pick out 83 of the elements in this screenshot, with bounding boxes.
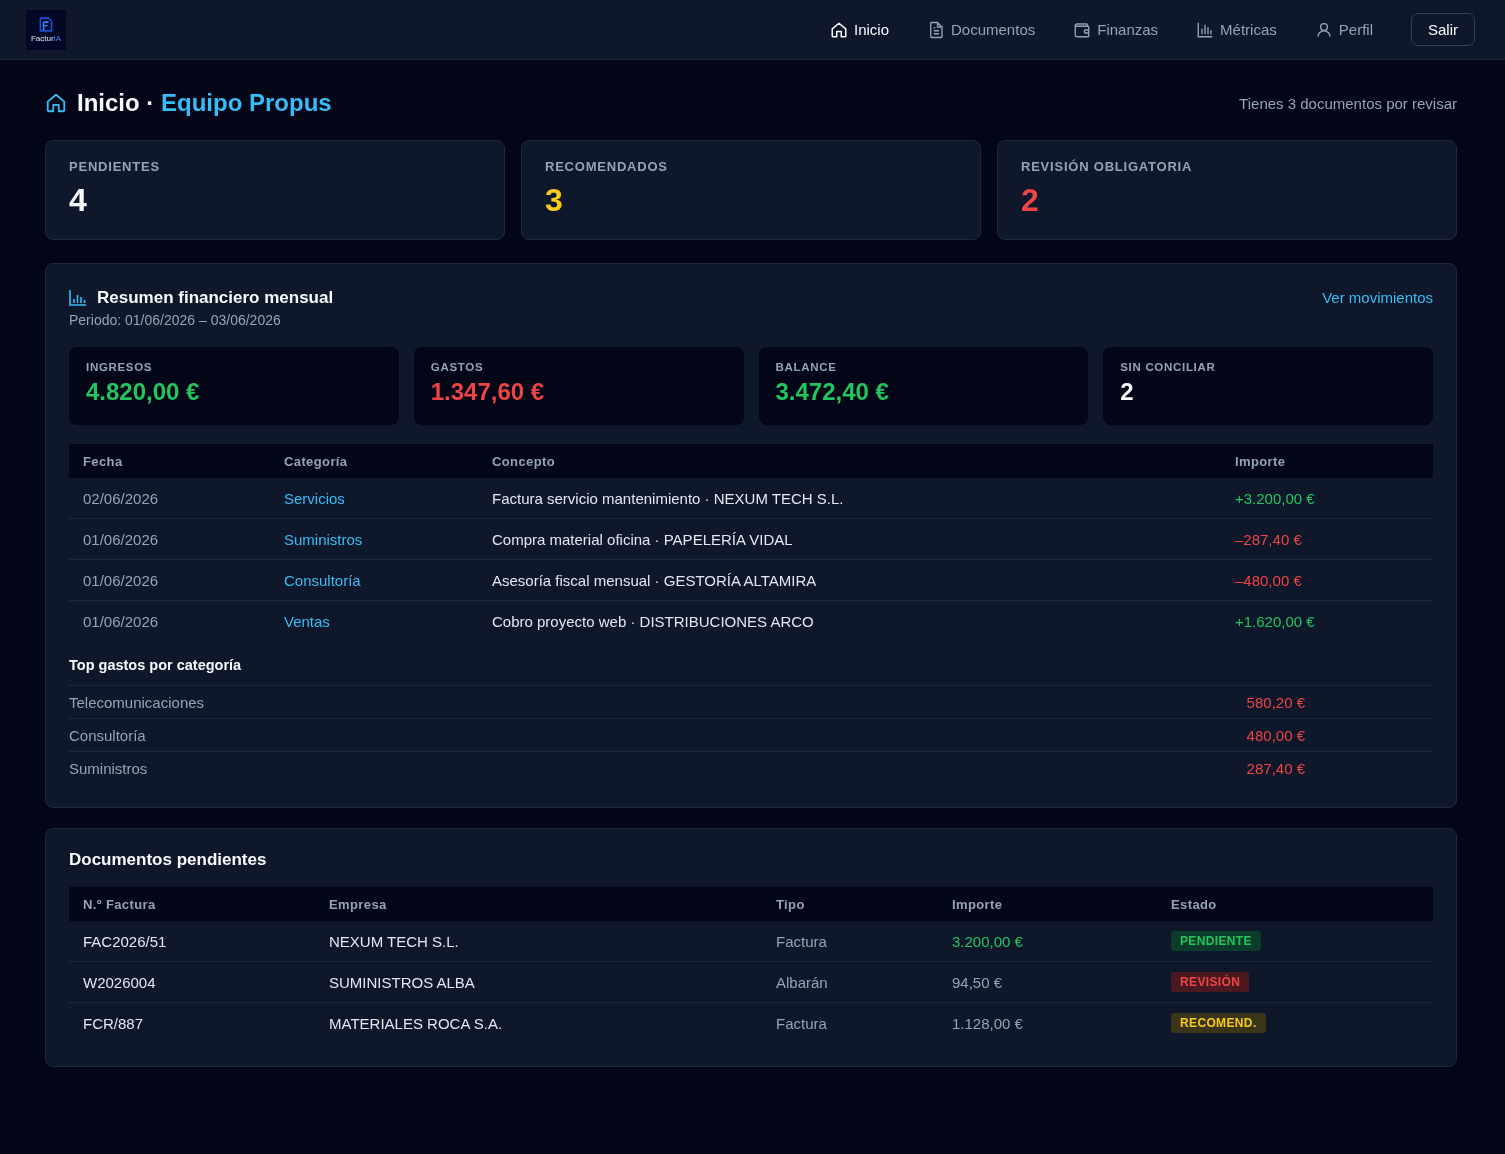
status-badge: REVISIÓN xyxy=(1171,972,1250,992)
document-icon xyxy=(927,20,945,39)
amount-cell: +3.200,00 € xyxy=(1221,478,1433,519)
stat-value: 2 xyxy=(1021,182,1039,218)
column-header: N.º Factura xyxy=(69,887,315,921)
column-header: Categoría xyxy=(270,444,478,478)
metric-label: BALANCE xyxy=(775,361,837,373)
date-cell: 01/06/2026 xyxy=(69,559,270,601)
metric-value: 3.472,40 € xyxy=(775,377,889,407)
amount-cell: 1.128,00 € xyxy=(938,1002,1157,1043)
stat-label: RECOMENDADOS xyxy=(545,159,668,174)
metric-value: 1.347,60 € xyxy=(430,377,545,407)
type-cell: Factura xyxy=(762,921,938,962)
review-notice: Tienes 3 documentos por revisar xyxy=(1239,94,1457,112)
amount-cell: 3.200,00 € xyxy=(938,921,1157,962)
date-cell: 01/06/2026 xyxy=(69,600,270,641)
nav-link[interactable]: Métricas xyxy=(1196,20,1277,39)
metric-label: GASTOS xyxy=(430,361,484,373)
category-cell: Consultoría xyxy=(270,559,478,601)
amount-cell: 94,50 € xyxy=(938,961,1157,1003)
amount-cell: –480,00 € xyxy=(1221,559,1433,601)
concept-cell: Factura servicio mantenimiento · NEXUM TECH S.L. xyxy=(478,478,1221,519)
nav-link[interactable]: Finanzas xyxy=(1073,20,1159,39)
logo[interactable]: FacturIA xyxy=(26,9,66,50)
column-header: Empresa xyxy=(315,887,762,921)
metric-label: SIN CONCILIAR xyxy=(1120,361,1216,373)
company-cell: SUMINISTROS ALBA xyxy=(315,961,762,1003)
status-badge: RECOMEND. xyxy=(1171,1013,1266,1033)
concept-cell: Asesoría fiscal mensual · GESTORÍA ALTAMIRA xyxy=(478,559,1221,601)
nav-link[interactable]: Inicio xyxy=(830,20,889,39)
category-name: Consultoría xyxy=(69,726,146,744)
date-cell: 02/06/2026 xyxy=(69,478,270,519)
stat-value: 4 xyxy=(69,182,87,218)
metric-value: 4.820,00 € xyxy=(86,377,200,407)
column-header: Tipo xyxy=(762,887,938,921)
logout-button[interactable]: Salir xyxy=(1411,13,1475,46)
invoice-number-cell: FCR/887 xyxy=(69,1002,315,1043)
expense-amount: 287,40 € xyxy=(1246,759,1305,777)
home-icon xyxy=(830,20,848,39)
company-cell: NEXUM TECH S.L. xyxy=(315,921,762,962)
category-name: Telecomunicaciones xyxy=(69,693,205,711)
column-header: Importe xyxy=(938,887,1157,921)
user-icon xyxy=(1314,20,1333,39)
stat-label: PENDIENTES xyxy=(69,159,160,174)
column-header: Fecha xyxy=(69,444,270,478)
movements-link[interactable]: Ver movimientos xyxy=(1322,287,1433,309)
bar-chart-icon xyxy=(69,290,87,306)
nav-link[interactable]: Perfil xyxy=(1314,20,1373,39)
type-cell: Factura xyxy=(762,1002,938,1043)
type-cell: Albarán xyxy=(762,961,938,1003)
column-header: Importe xyxy=(1221,444,1433,478)
amount-cell: +1.620,00 € xyxy=(1221,600,1433,641)
company-cell: MATERIALES ROCA S.A. xyxy=(315,1002,762,1043)
concept-cell: Cobro proyecto web · DISTRIBUCIONES ARCO xyxy=(478,600,1221,641)
column-header: Concepto xyxy=(478,444,1221,478)
panel-title: Resumen financiero mensual xyxy=(97,287,334,309)
home-icon xyxy=(45,92,67,114)
metric-value: 2 xyxy=(1120,377,1134,407)
panel-title: Documentos pendientes xyxy=(69,849,268,871)
period-text: Periodo: 01/06/2026 – 03/06/2026 xyxy=(69,311,281,329)
category-cell: Ventas xyxy=(270,600,478,641)
invoice-number-cell: W2026004 xyxy=(69,961,315,1003)
page-title: Inicio · Equipo Propus xyxy=(77,88,332,118)
concept-cell: Compra material oficina · PAPELERÍA VIDAL xyxy=(478,518,1221,560)
category-name: Suministros xyxy=(69,759,148,777)
nav-link[interactable]: Documentos xyxy=(927,20,1036,39)
logo-text: FacturIA xyxy=(30,33,62,43)
category-cell: Servicios xyxy=(270,478,478,519)
status-badge: PENDIENTE xyxy=(1171,931,1261,951)
expense-amount: 480,00 € xyxy=(1246,726,1305,744)
invoice-number-cell: FAC2026/51 xyxy=(69,921,315,962)
bar-chart-icon xyxy=(1196,20,1215,39)
category-cell: Suministros xyxy=(270,518,478,560)
metric-label: INGRESOS xyxy=(86,361,153,373)
expense-amount: 580,20 € xyxy=(1246,693,1305,711)
amount-cell: –287,40 € xyxy=(1221,518,1433,560)
logo-icon xyxy=(38,16,54,32)
stat-value: 3 xyxy=(545,182,563,218)
column-header: Estado xyxy=(1157,887,1433,921)
date-cell: 01/06/2026 xyxy=(69,518,270,560)
section-title: Top gastos por categoría xyxy=(69,656,243,674)
stat-label: REVISIÓN OBLIGATORIA xyxy=(1021,159,1193,174)
wallet-icon xyxy=(1073,20,1092,39)
